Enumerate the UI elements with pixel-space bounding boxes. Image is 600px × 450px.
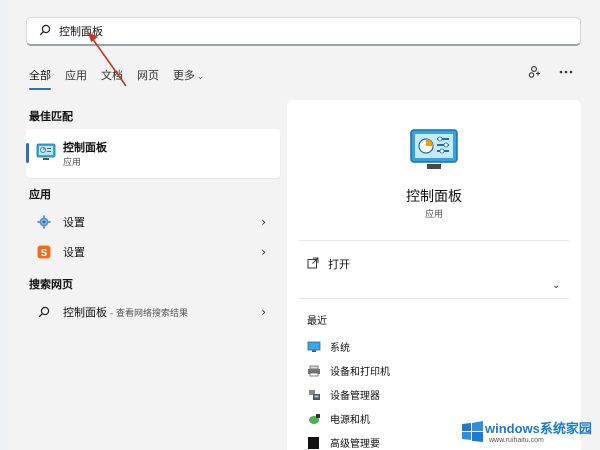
web-search-hint: - 查看网络搜索结果 [107, 309, 188, 319]
recent-item-power[interactable]: 电源和机 [307, 411, 370, 426]
windows-logo-icon [462, 421, 483, 442]
detail-app-type: 应用 [424, 210, 443, 220]
tab-more[interactable]: 更多 ⌄ [173, 67, 204, 83]
share-people-icon[interactable] [526, 64, 542, 80]
recent-item-label: 高级管理要 [330, 439, 380, 450]
recent-item-label: 设备和打印机 [330, 367, 390, 378]
recent-heading: 最近 [307, 316, 327, 327]
search-box[interactable] [26, 17, 581, 46]
watermark-url: www.ruihaitu.com [489, 437, 544, 444]
selection-indicator [26, 143, 29, 163]
watermark: windows系统家园 www.ruihaitu.com [459, 416, 599, 450]
web-search-label: 控制面板 - 查看网络搜索结果 [63, 304, 188, 320]
watermark-title: windows系统家园 [485, 421, 592, 436]
tab-web[interactable]: 网页 [137, 67, 159, 83]
web-search-query: 控制面板 [63, 306, 107, 319]
apps-heading: 应用 [29, 188, 51, 201]
best-match-heading: 最佳匹配 [29, 110, 73, 123]
app-result-settings[interactable]: 设置 › [26, 208, 280, 236]
tab-documents[interactable]: 文档 [101, 67, 123, 83]
search-icon [37, 305, 51, 319]
sogou-s-icon: S [37, 245, 51, 259]
control-panel-large-icon [409, 128, 459, 175]
best-match-card[interactable]: 控制面板 应用 [26, 129, 280, 178]
power-icon [307, 412, 321, 426]
best-match-name: 控制面板 [63, 141, 107, 154]
detail-pane: 控制面板 应用 打开 ⌄ 最近 系统 设备和打印机 设备管理器 电源和机 高级管… [287, 100, 581, 450]
app-result-settings-sogou[interactable]: S 设置 › [26, 238, 280, 266]
chevron-down-icon: ⌄ [197, 72, 204, 81]
web-search-result[interactable]: 控制面板 - 查看网络搜索结果 › [26, 298, 280, 326]
app-result-label: 设置 [63, 216, 85, 229]
divider [299, 240, 569, 241]
web-search-heading: 搜索网页 [29, 278, 73, 291]
chevron-right-icon: › [261, 245, 266, 259]
more-ellipsis-icon[interactable] [558, 64, 574, 80]
black-square-icon [307, 436, 321, 450]
top-actions [510, 64, 574, 80]
best-match-type: 应用 [63, 158, 82, 168]
svg-text:S: S [41, 248, 48, 259]
control-panel-icon [36, 143, 56, 164]
search-icon [39, 24, 51, 39]
system-monitor-icon [307, 340, 321, 354]
app-result-label: 设置 [63, 246, 85, 259]
chevron-right-icon: › [261, 215, 266, 229]
chevron-right-icon: › [261, 305, 266, 319]
printer-icon [307, 364, 321, 378]
recent-item-label: 设备管理器 [330, 391, 380, 402]
recent-item-devices-printers[interactable]: 设备和打印机 [307, 363, 390, 378]
divider [299, 298, 569, 299]
open-action-label: 打开 [328, 258, 350, 271]
open-external-icon [307, 257, 319, 272]
device-manager-icon [307, 388, 321, 402]
chevron-down-icon[interactable]: ⌄ [552, 280, 560, 291]
gear-icon [37, 215, 51, 229]
recent-item-label: 电源和机 [330, 415, 370, 426]
recent-item-label: 系统 [330, 343, 350, 354]
open-action[interactable]: 打开 [307, 256, 350, 272]
detail-app-name: 控制面板 [406, 189, 462, 205]
filter-tabs: 全部 应用 文档 网页 更多 ⌄ [29, 66, 218, 90]
recent-item-device-manager[interactable]: 设备管理器 [307, 387, 380, 402]
recent-item-system[interactable]: 系统 [307, 339, 350, 354]
search-input[interactable] [59, 24, 539, 38]
recent-item-advanced[interactable]: 高级管理要 [307, 435, 380, 450]
tab-all[interactable]: 全部 [29, 67, 51, 90]
tab-apps[interactable]: 应用 [65, 67, 87, 83]
tab-more-label: 更多 [173, 69, 195, 82]
